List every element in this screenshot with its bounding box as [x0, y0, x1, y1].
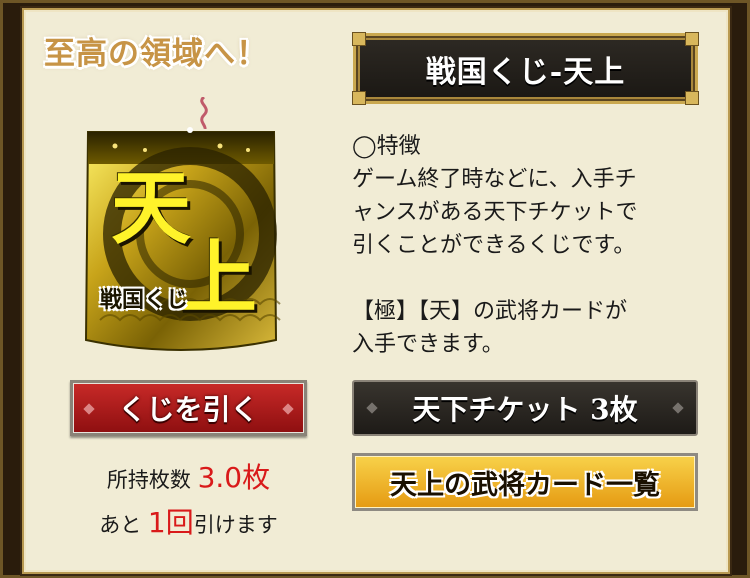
description-line: 引くことができるくじです。 [352, 233, 636, 258]
diamond-ornament-icon [83, 403, 95, 415]
draw-kuji-button[interactable]: くじを引く [70, 380, 307, 436]
description-line: 入手できます。 [352, 332, 504, 357]
remaining-prefix: あと [99, 513, 142, 537]
gacha-description: ◯特徴 ゲーム終了時などに、入手チ ャンスがある天下チケットで 引くことができる… [352, 130, 704, 361]
card-list-button[interactable]: 天上の武将カード一覧 [352, 453, 698, 511]
draw-kuji-button-label: くじを引く [118, 393, 259, 426]
holding-label: 所持枚数 [106, 468, 191, 492]
holding-value: 3.0 [197, 461, 243, 494]
diamond-ornament-icon [366, 402, 378, 414]
gacha-title: 戦国くじ-天上 [425, 54, 626, 90]
gacha-title-plate: 戦国くじ-天上 [352, 32, 699, 105]
card-list-button-label: 天上の武将カード一覧 [390, 469, 660, 501]
headline: 至高の領域へ！ [44, 36, 268, 72]
holding-unit: 枚 [242, 461, 271, 494]
corner-ornament [685, 91, 699, 105]
diamond-ornament-icon [282, 403, 294, 415]
description-line: 【極】【天】の武将カードが [352, 299, 628, 324]
description-line: ゲーム終了時などに、入手チ [352, 167, 637, 192]
ticket-sub-label: 戦国くじ [100, 287, 189, 313]
remaining-value: 1 [147, 506, 166, 539]
remaining-suffix: 引けます [193, 513, 278, 537]
corner-ornament [352, 91, 366, 105]
corner-ornament [685, 32, 699, 46]
remaining-draws: あと 1回引けます [70, 508, 307, 540]
holding-count: 所持枚数 3.0枚 [70, 464, 307, 493]
ticket-count-display: 天下チケット 3枚 [352, 380, 698, 436]
remaining-unit: 回 [165, 506, 194, 539]
description-heading: ◯特徴 [352, 134, 421, 159]
diamond-ornament-icon [672, 402, 684, 414]
ticket-count-label: 天下チケット 3枚 [412, 393, 638, 426]
corner-ornament [352, 32, 366, 46]
description-line: ャンスがある天下チケットで [352, 200, 638, 225]
